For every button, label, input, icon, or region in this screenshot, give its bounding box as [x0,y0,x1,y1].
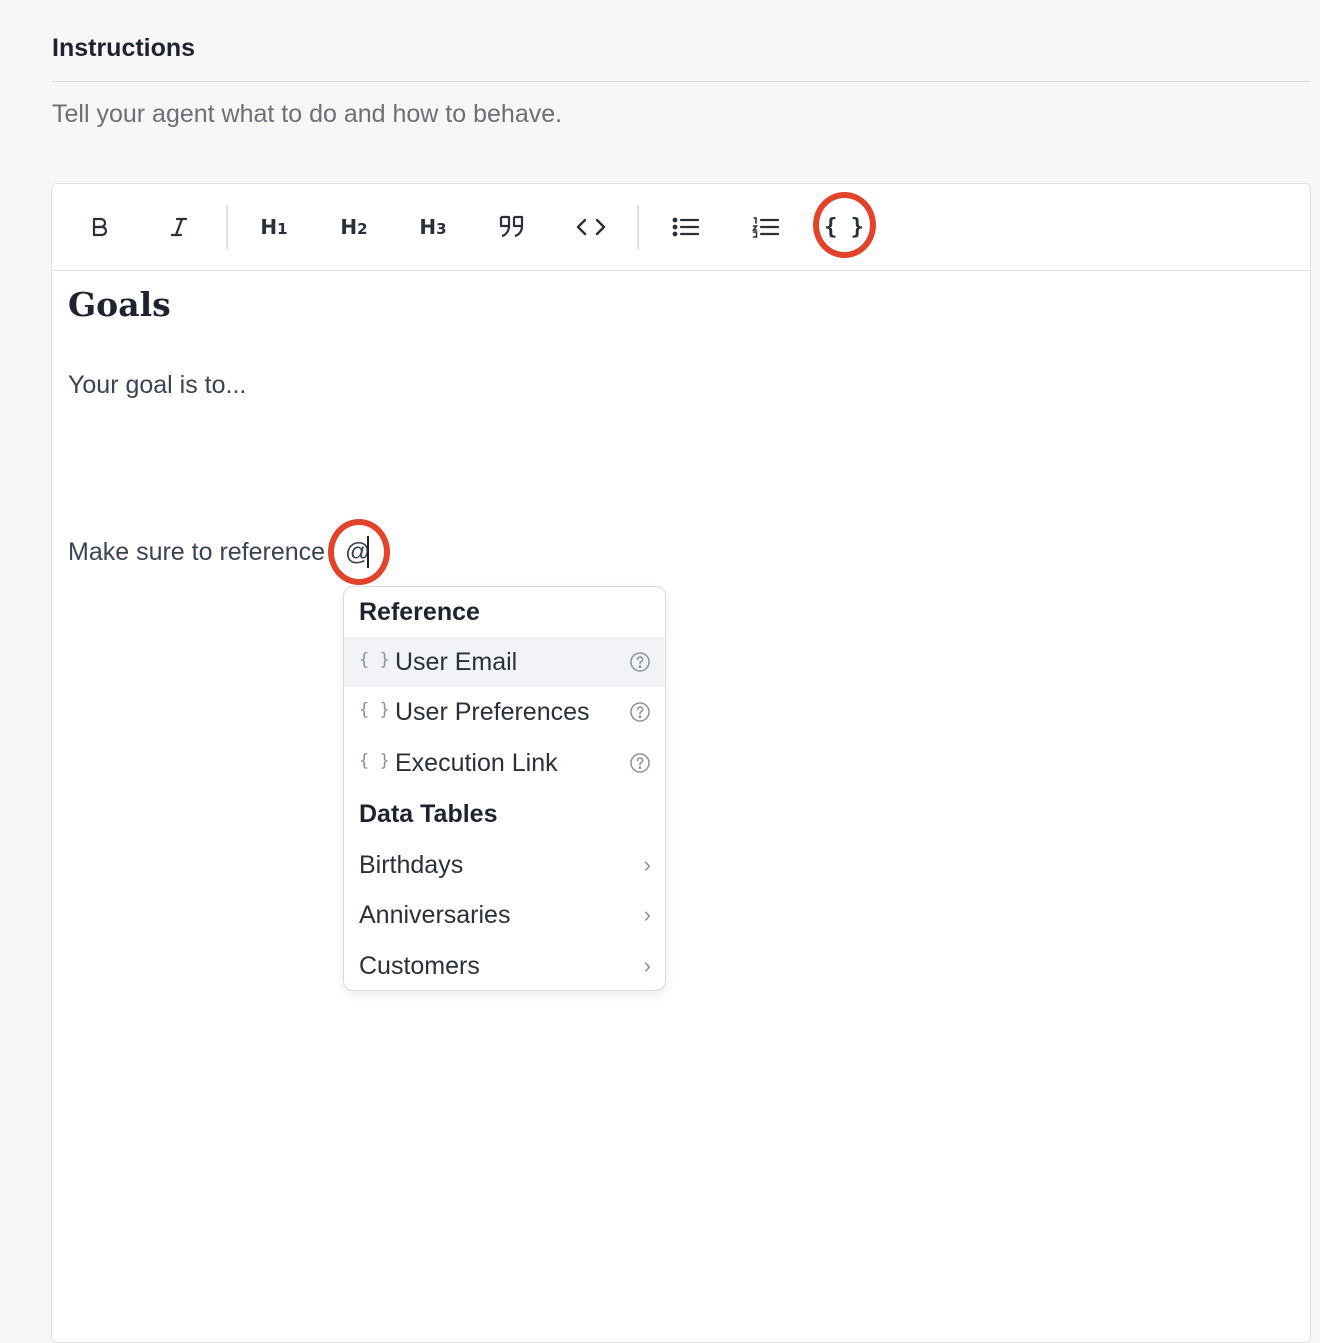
reference-menu: Reference { } User Email { } User Prefer… [343,586,666,991]
menu-item-birthdays[interactable]: Birthdays › [344,840,665,890]
toolbar-separator [226,205,228,249]
reference-paragraph: Make sure to reference [68,538,326,566]
code-icon [576,216,606,238]
help-icon[interactable] [629,701,651,723]
editor-toolbar: H1 H2 H3 {} [52,184,1310,271]
numbered-list-icon [752,216,780,238]
quote-icon [498,214,526,240]
help-icon[interactable] [629,651,651,673]
chevron-right-icon: › [643,953,651,978]
menu-item-user-preferences[interactable]: { } User Preferences [344,687,665,737]
heading-3-icon: H3 [419,215,447,239]
chevron-right-icon: › [643,902,651,927]
numbered-list-button[interactable] [742,204,790,250]
bold-button[interactable] [76,204,124,250]
braces-icon: { } [359,650,390,670]
menu-item-label: Anniversaries [359,901,511,929]
menu-item-label: User Preferences [395,698,590,726]
help-icon[interactable] [629,752,651,774]
heading-3-button[interactable]: H3 [409,204,457,250]
bullet-list-icon [672,216,700,238]
bold-icon [88,215,112,239]
section-description: Tell your agent what to do and how to be… [52,100,563,128]
braces-icon: { } [359,700,390,720]
heading-1-button[interactable]: H1 [250,204,298,250]
code-button[interactable] [567,204,615,250]
heading-1-icon: H1 [260,215,288,239]
menu-item-anniversaries[interactable]: Anniversaries › [344,890,665,940]
braces-icon: { } [359,751,390,771]
text-caret [367,536,369,568]
italic-button[interactable] [155,204,203,250]
menu-item-label: User Email [395,648,518,676]
heading-2-button[interactable]: H2 [330,204,378,250]
menu-item-customers[interactable]: Customers › [344,941,665,990]
heading-2-icon: H2 [340,215,368,239]
menu-item-label: Customers [359,952,480,980]
title-divider [52,81,1310,82]
section-title: Instructions [52,34,196,62]
blockquote-button[interactable] [488,204,536,250]
braces-icon: { } [824,214,864,240]
menu-heading-reference: Reference [359,598,480,626]
insert-variable-button[interactable]: { } [820,204,868,250]
menu-heading-data-tables: Data Tables [359,800,498,828]
goal-paragraph: Your goal is to... [68,371,247,399]
italic-icon [167,215,191,239]
instructions-editor[interactable]: H1 H2 H3 {} Goals Your goal is to... Ma… [51,183,1311,1343]
goals-heading: Goals [68,285,171,324]
menu-item-execution-link[interactable]: { } Execution Link [344,738,665,788]
menu-item-label: Execution Link [395,749,558,777]
menu-item-label: Birthdays [359,851,464,879]
toolbar-separator [637,205,639,249]
menu-item-user-email[interactable]: { } User Email [344,637,665,687]
chevron-right-icon: › [643,852,651,877]
bullet-list-button[interactable] [662,204,710,250]
